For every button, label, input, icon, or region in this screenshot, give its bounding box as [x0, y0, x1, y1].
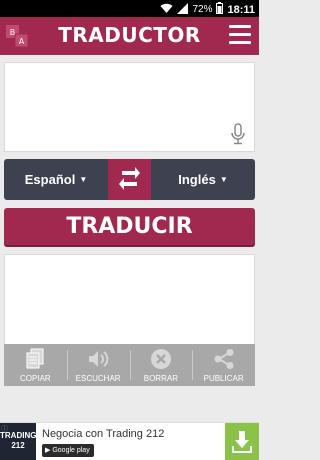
swap-languages-button[interactable]	[108, 159, 151, 200]
clock: 18:11	[227, 3, 255, 16]
source-language-label: Español	[24, 172, 76, 187]
copy-button[interactable]: COPIAR	[4, 344, 67, 386]
clear-label: BORRAR	[143, 374, 178, 383]
play-store-icon: ▶	[45, 447, 51, 454]
clear-icon	[150, 349, 171, 369]
publish-label: PUBLICAR	[203, 374, 244, 383]
wifi-icon	[160, 3, 173, 17]
status-bar: 72% 18:11	[0, 0, 259, 17]
translate-button[interactable]: TRADUCIR	[4, 208, 255, 245]
ad-info-icon[interactable]: ⓘ	[1, 424, 8, 434]
listen-button[interactable]: ESCUCHAR	[66, 344, 130, 386]
google-play-badge: ▶ Google play	[42, 444, 94, 457]
source-text-input[interactable]	[4, 62, 255, 152]
app-title: TRADUCTOR	[58, 23, 201, 47]
target-language-label: Inglés	[178, 172, 216, 187]
signal-icon	[177, 2, 189, 17]
battery-percent: 72%	[192, 4, 213, 15]
listen-label: ESCUCHAR	[75, 374, 121, 383]
translation-output	[4, 254, 255, 344]
copy-icon	[26, 348, 44, 369]
publish-button[interactable]: PUBLICAR	[192, 344, 255, 386]
swap-arrows-icon	[119, 167, 140, 190]
ad-banner[interactable]: TRADING 212 ⓘ Negocia con Trading 212 ▶ …	[0, 422, 259, 460]
speaker-icon	[89, 351, 109, 367]
download-icon	[232, 431, 252, 453]
copy-label: COPIAR	[20, 374, 51, 383]
ad-headline: Negocia con Trading 212	[42, 428, 165, 440]
target-language-selector[interactable]: Inglés ▼	[151, 159, 255, 200]
language-bar: Español ▼ Inglés ▼	[4, 159, 255, 200]
download-button[interactable]	[225, 423, 259, 460]
dropdown-caret-icon: ▼	[219, 175, 228, 184]
share-icon	[214, 349, 234, 369]
action-bar: COPIAR ESCUCHAR BORRAR PUBLICAR	[4, 344, 255, 386]
source-language-selector[interactable]: Español ▼	[4, 159, 108, 200]
clear-button[interactable]: BORRAR	[129, 344, 193, 386]
microphone-icon[interactable]	[230, 123, 246, 145]
dropdown-caret-icon: ▼	[79, 175, 88, 184]
hamburger-menu-icon[interactable]	[229, 25, 251, 45]
app-bar: B A TRADUCTOR	[0, 17, 259, 55]
battery-icon	[216, 2, 224, 17]
